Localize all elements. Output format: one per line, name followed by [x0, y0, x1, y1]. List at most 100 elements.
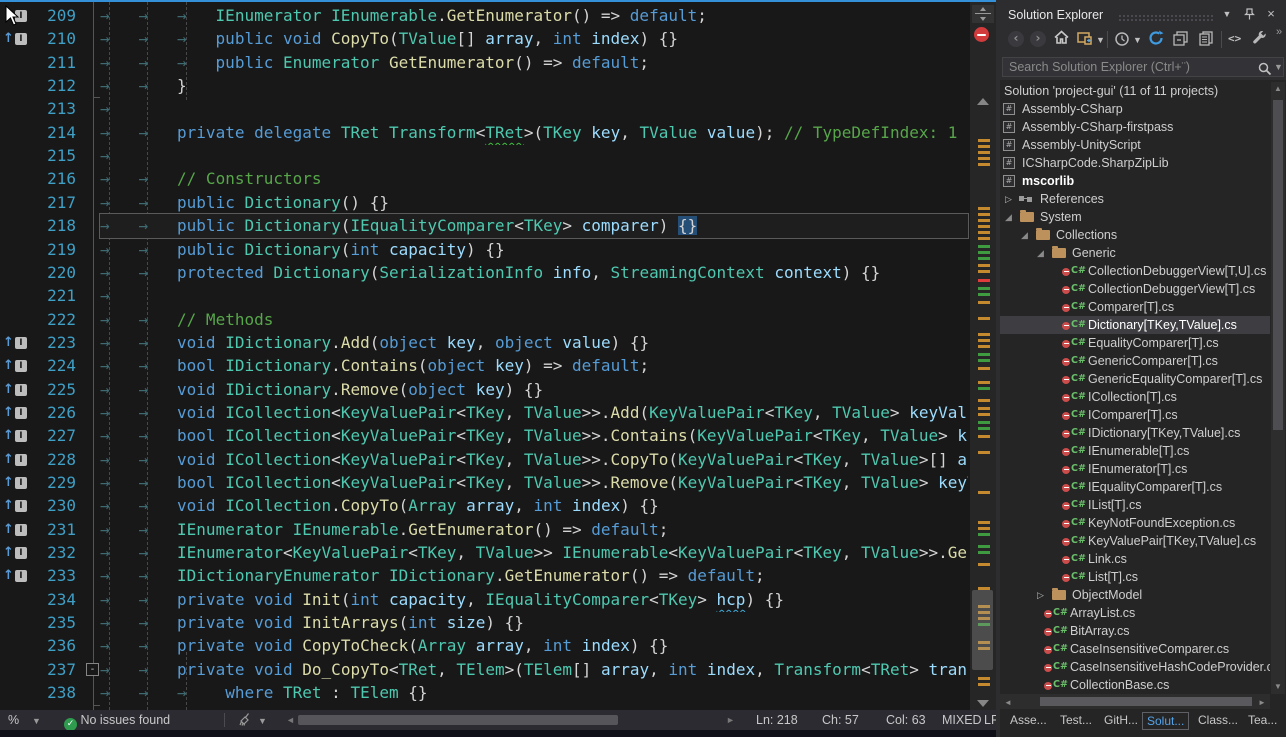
tree-item-solution-project-gui-11-of-11-projects[interactable]: Solution 'project-gui' (11 of 11 project… [1000, 82, 1270, 100]
pending-changes-filter-icon[interactable] [1114, 30, 1130, 48]
scrollbar-thumb[interactable] [972, 590, 993, 670]
code-line[interactable]: →→void IDictionary.Remove(object key) {} [100, 378, 968, 402]
tree-scroll-right-icon[interactable]: ► [1258, 698, 1266, 707]
code-line[interactable]: →→private void Do_CopyTo<TRet, TElem>(TE… [100, 658, 968, 682]
code-editor[interactable]: 209↑I→→→IEnumerator IEnumerable.GetEnume… [0, 0, 996, 737]
tree-item-icsharpcode-sharpziplib[interactable]: #ICSharpCode.SharpZipLib [1000, 154, 1270, 172]
code-line[interactable]: → [100, 144, 968, 168]
hscroll-right-arrow-icon[interactable]: ► [726, 715, 735, 725]
tree-item-system[interactable]: ◢System [1000, 208, 1270, 226]
code-line[interactable]: → [100, 284, 968, 308]
editor-vertical-scrollbar[interactable] [970, 2, 996, 730]
tree-item-ienumerable-t-cs[interactable]: C#IEnumerable[T].cs [1000, 442, 1270, 460]
chevron-collapsed-icon[interactable]: ▷ [1037, 586, 1044, 604]
chevron-expanded-icon[interactable]: ◢ [1021, 226, 1028, 244]
line-number[interactable]: 236 [0, 634, 76, 658]
tree-item-mscorlib[interactable]: #mscorlib [1000, 172, 1270, 190]
tree-item-collections[interactable]: ◢Collections [1000, 226, 1270, 244]
home-icon[interactable] [1053, 29, 1070, 47]
implementation-glyph-icon[interactable]: ↑I [3, 358, 27, 374]
editor-split-handle-icon[interactable] [972, 5, 994, 23]
line-number[interactable]: 217 [0, 191, 76, 215]
tree-item-comparer-t-cs[interactable]: C#Comparer[T].cs [1000, 298, 1270, 316]
implementation-glyph-icon[interactable]: ↑I [3, 545, 27, 561]
line-number[interactable]: 211 [0, 51, 76, 75]
code-line[interactable]: →→private void Init(int capacity, IEqual… [100, 588, 968, 612]
toolbar-overflow-icon[interactable]: » [1276, 26, 1282, 44]
tree-item-icollection-t-cs[interactable]: C#ICollection[T].cs [1000, 388, 1270, 406]
line-number[interactable]: 220 [0, 261, 76, 285]
tree-item-equalitycomparer-t-cs[interactable]: C#EqualityComparer[T].cs [1000, 334, 1270, 352]
code-line[interactable]: →→void ICollection<KeyValuePair<TKey, TV… [100, 401, 968, 425]
code-line[interactable]: →→void IDictionary.Add(object key, objec… [100, 331, 968, 355]
broom-icon[interactable] [238, 712, 253, 727]
code-line[interactable]: →→IEnumerator IEnumerable.GetEnumerator(… [100, 518, 968, 542]
implementation-glyph-icon[interactable]: ↑I [3, 382, 27, 398]
zoom-caret-icon[interactable]: ▼ [32, 716, 41, 726]
code-line[interactable]: →→// Constructors [100, 167, 968, 191]
code-line[interactable]: →→void ICollection.CopyTo(Array array, i… [100, 494, 968, 518]
implementation-glyph-icon[interactable]: ↑I [3, 428, 27, 444]
back-button[interactable]: ‹ [1008, 31, 1024, 47]
hscroll-left-arrow-icon[interactable]: ◄ [286, 715, 295, 725]
implementation-glyph-icon[interactable]: ↑I [3, 498, 27, 514]
code-line[interactable]: →→void ICollection<KeyValuePair<TKey, TV… [100, 448, 968, 472]
line-number[interactable]: 235 [0, 611, 76, 635]
broom-caret-icon[interactable]: ▼ [258, 716, 267, 726]
code-line[interactable]: →→→public Enumerator GetEnumerator() => … [100, 51, 968, 75]
tree-item-arraylist-cs[interactable]: C#ArrayList.cs [1000, 604, 1270, 622]
search-icon[interactable] [1258, 60, 1272, 78]
issues-indicator[interactable]: ✓ No issues found [64, 713, 170, 731]
tree-item-icomparer-t-cs[interactable]: C#IComparer[T].cs [1000, 406, 1270, 424]
tool-tab-solut[interactable]: Solut... [1142, 712, 1189, 730]
tool-tab-test[interactable]: Test... [1056, 712, 1096, 728]
code-line[interactable]: →→→public void CopyTo(TValue[] array, in… [100, 27, 968, 51]
status-encoding[interactable]: MIXED [942, 713, 982, 727]
outlining-margin-line[interactable] [93, 2, 94, 710]
code-line[interactable]: → [100, 97, 968, 121]
tool-tab-gith[interactable]: GitH... [1100, 712, 1142, 728]
chevron-collapsed-icon[interactable]: ▷ [1005, 190, 1012, 208]
tree-item-generic[interactable]: ◢Generic [1000, 244, 1270, 262]
tree-scrollbar-thumb[interactable] [1273, 100, 1283, 430]
implementation-glyph-icon[interactable]: ↑I [3, 475, 27, 491]
implementation-glyph-icon[interactable]: ↑I [3, 452, 27, 468]
zoom-level-control[interactable]: % [8, 713, 19, 727]
scroll-down-arrow-icon[interactable] [977, 700, 989, 707]
code-line[interactable]: →→IDictionaryEnumerator IDictionary.GetE… [100, 564, 968, 588]
implementation-glyph-icon[interactable]: ↑I [3, 405, 27, 421]
code-line[interactable]: →→// Methods [100, 308, 968, 332]
line-number[interactable]: 222 [0, 308, 76, 332]
tree-scroll-up-icon[interactable]: ▲ [1274, 84, 1282, 93]
implementation-glyph-icon[interactable]: ↑I [3, 31, 27, 47]
line-number[interactable]: 214 [0, 121, 76, 145]
implementation-glyph-icon[interactable]: ↑I [3, 522, 27, 538]
code-line[interactable]: →→→ where TRet : TElem {} [100, 681, 968, 705]
tree-item-link-cs[interactable]: C#Link.cs [1000, 550, 1270, 568]
line-number[interactable]: 216 [0, 167, 76, 191]
tree-item-caseinsensitivecomparer-cs[interactable]: C#CaseInsensitiveComparer.cs [1000, 640, 1270, 658]
code-line[interactable]: →→public Dictionary() {} [100, 191, 968, 215]
pin-icon[interactable] [1240, 6, 1258, 22]
code-line[interactable]: →→public Dictionary(int capacity) {} [100, 238, 968, 262]
tree-item-collectiondebuggerview-t-u-cs[interactable]: C#CollectionDebuggerView[T,U].cs [1000, 262, 1270, 280]
tree-vertical-scrollbar[interactable]: ▲ ▼ [1271, 82, 1285, 694]
tree-item-list-t-cs[interactable]: C#List[T].cs [1000, 568, 1270, 586]
line-number[interactable]: 218 [0, 214, 76, 238]
refresh-icon[interactable] [1147, 29, 1165, 47]
search-caret-icon[interactable]: ▼ [1274, 62, 1283, 72]
tree-hscrollbar-thumb[interactable] [1040, 697, 1252, 706]
window-position-caret-icon[interactable]: ▼ [1218, 6, 1236, 22]
current-code-line[interactable]: →→public Dictionary(IEqualityComparer<TK… [100, 214, 968, 238]
code-line[interactable]: →→private void InitArrays(int size) {} [100, 611, 968, 635]
tree-item-ilist-t-cs[interactable]: C#IList[T].cs [1000, 496, 1270, 514]
code-line[interactable]: →→bool IDictionary.Contains(object key) … [100, 354, 968, 378]
code-line[interactable]: →→private void CopyToCheck(Array array, … [100, 634, 968, 658]
tree-item-genericequalitycomparer-t-cs[interactable]: C#GenericEqualityComparer[T].cs [1000, 370, 1270, 388]
tree-scroll-down-icon[interactable]: ▼ [1274, 682, 1282, 691]
view-code-icon[interactable]: <> [1228, 32, 1241, 50]
code-line[interactable]: →→private delegate TRet Transform<TRet>(… [100, 121, 968, 145]
line-number[interactable]: 212 [0, 74, 76, 98]
code-line[interactable]: →→bool ICollection<KeyValuePair<TKey, TV… [100, 424, 968, 448]
chevron-expanded-icon[interactable]: ◢ [1037, 244, 1044, 262]
